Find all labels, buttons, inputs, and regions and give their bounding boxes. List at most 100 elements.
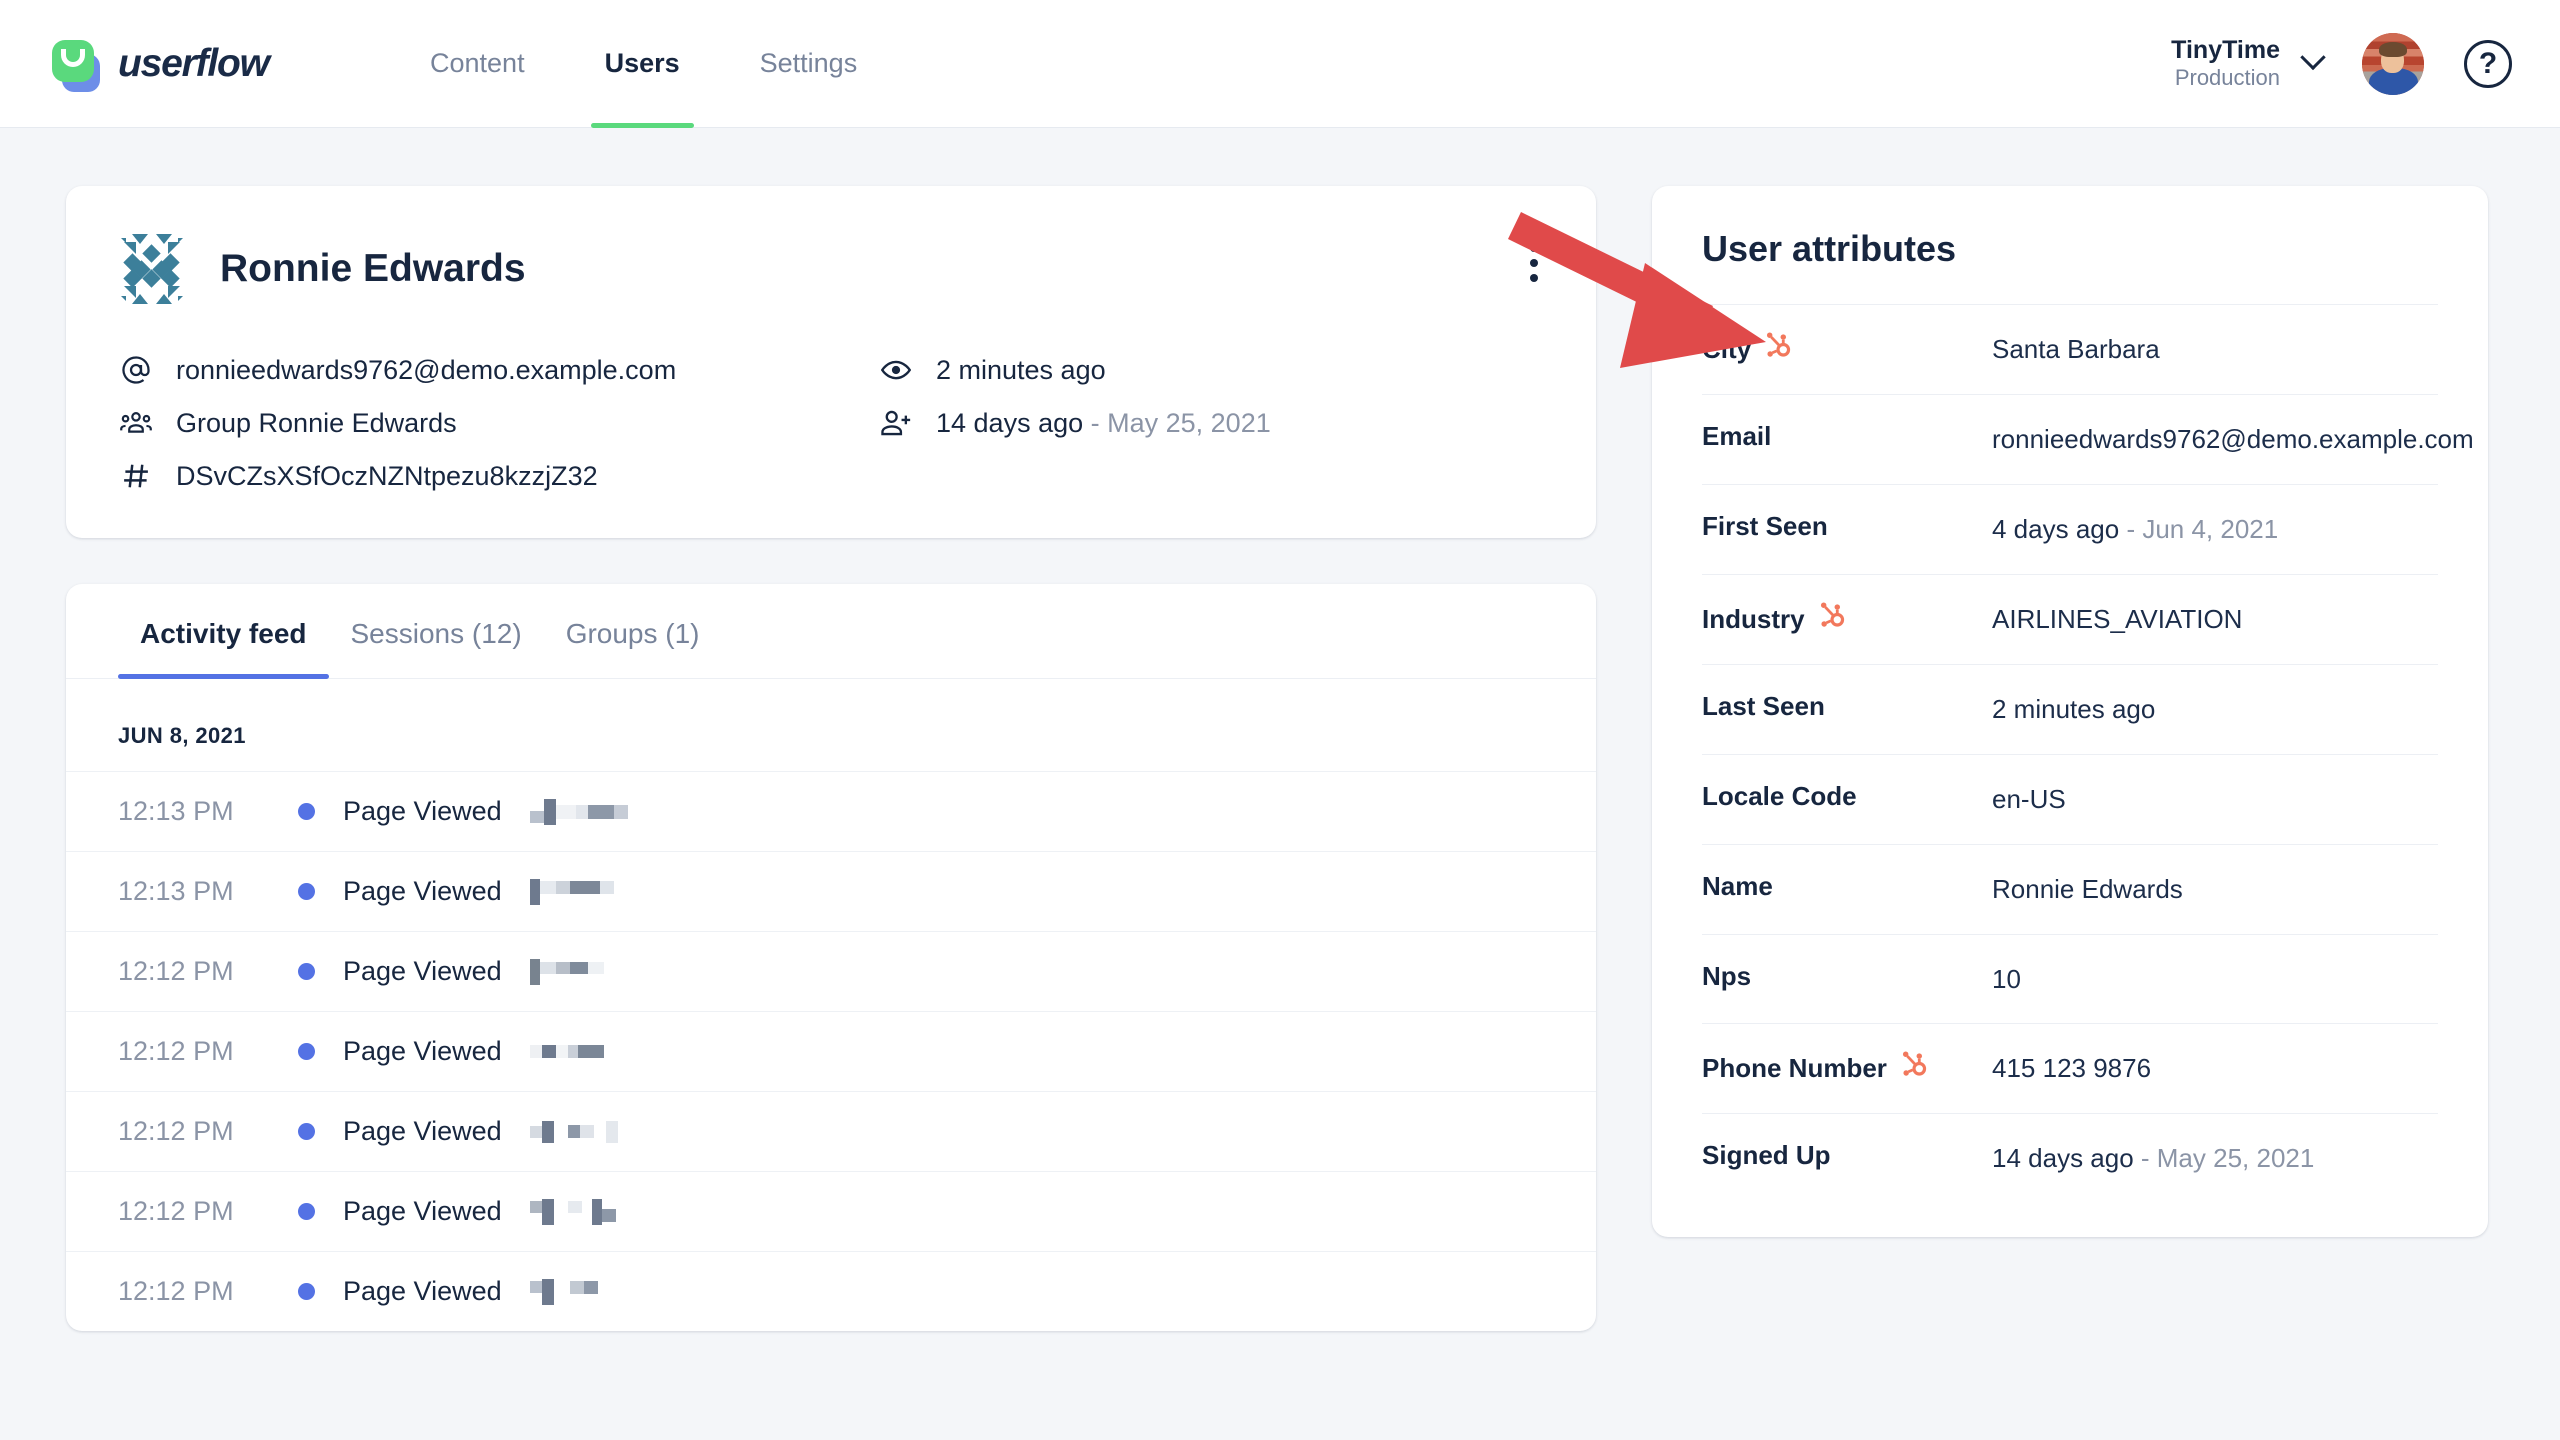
- at-sign-icon: [118, 354, 154, 386]
- redacted-url-block: [529, 1119, 618, 1145]
- feed-status-dot-icon: [298, 1283, 315, 1300]
- kebab-dot: [1530, 259, 1538, 267]
- table-row[interactable]: 12:12 PM Page Viewed: [66, 1171, 1596, 1251]
- hubspot-icon: [1765, 331, 1795, 368]
- attribute-value-date: - May 25, 2021: [2133, 1143, 2315, 1174]
- profile-row-id: DSvCZsXSfOczNZNtpezu8kzzjZ32: [118, 460, 878, 492]
- attribute-row-last-seen: Last Seen 2 minutes ago: [1702, 663, 2438, 754]
- feed-status-dot-icon: [298, 803, 315, 820]
- kebab-menu-icon[interactable]: [1524, 238, 1544, 288]
- feed-status-dot-icon: [298, 1123, 315, 1140]
- attribute-value: 2 minutes ago: [1992, 693, 2156, 724]
- attribute-row-name: Name Ronnie Edwards: [1702, 843, 2438, 934]
- attribute-row-city: City Santa Barbara: [1702, 304, 2438, 394]
- attribute-key: Phone Number: [1702, 1050, 1992, 1087]
- attribute-key: Signed Up: [1702, 1140, 1831, 1171]
- attribute-key: City: [1702, 331, 1992, 368]
- profile-grid-spacer: [878, 460, 1544, 492]
- redacted-url-block: [529, 1039, 604, 1065]
- chevron-down-icon[interactable]: [2300, 45, 2326, 71]
- profile-row-email: ronnieedwards9762@demo.example.com: [118, 354, 878, 386]
- table-row[interactable]: 12:13 PM Page Viewed: [66, 851, 1596, 931]
- table-row[interactable]: 12:13 PM Page Viewed: [66, 771, 1596, 851]
- table-row[interactable]: 12:12 PM Page Viewed: [66, 1091, 1596, 1171]
- feed-row-event: Page Viewed: [343, 1276, 502, 1306]
- redacted-url-block: [529, 878, 614, 905]
- attribute-key: Nps: [1702, 960, 1752, 991]
- feed-tabs: Activity feed Sessions (12) Groups (1): [66, 584, 1596, 679]
- feed-status-dot-icon: [298, 1043, 315, 1060]
- feed-row-time: 12:12 PM: [118, 1196, 234, 1226]
- feed-row-event: Page Viewed: [343, 1116, 502, 1146]
- profile-email-text: ronnieedwards9762@demo.example.com: [176, 354, 677, 385]
- attribute-key: Industry: [1702, 601, 1992, 638]
- feed-row-time: 12:13 PM: [118, 876, 234, 906]
- avatar-hair: [2379, 41, 2407, 57]
- brand-wordmark: userflow: [118, 41, 270, 85]
- feed-row-time: 12:12 PM: [118, 1036, 234, 1066]
- user-profile-card: Ronnie Edwards ronnieedwards9762@demo.ex…: [66, 186, 1596, 538]
- identicon-avatar: [118, 230, 186, 308]
- redacted-url-block: [529, 1278, 598, 1305]
- help-circle-icon[interactable]: ?: [2464, 39, 2512, 88]
- feed-status-dot-icon: [298, 883, 315, 900]
- attribute-value-date: - Jun 4, 2021: [2119, 513, 2279, 544]
- attribute-value: 415 123 9876: [1992, 1053, 2152, 1084]
- nav-item-settings[interactable]: Settings: [720, 0, 898, 128]
- attribute-row-first-seen: First Seen 4 days ago - Jun 4, 2021: [1702, 483, 2438, 574]
- attribute-key: Name: [1702, 870, 1773, 901]
- tab-activity-feed[interactable]: Activity feed: [118, 584, 329, 679]
- hash-icon: [118, 460, 154, 492]
- eye-icon: [878, 354, 914, 386]
- attribute-value: 4 days ago - Jun 4, 2021: [1992, 513, 2279, 544]
- feed-row-event: Page Viewed: [343, 876, 502, 906]
- profile-row-group: Group Ronnie Edwards: [118, 407, 878, 439]
- main-nav: Content Users Settings: [390, 0, 897, 128]
- attribute-key: Last Seen: [1702, 690, 1825, 721]
- profile-details-grid: ronnieedwards9762@demo.example.com 2 min…: [118, 354, 1544, 492]
- org-name: TinyTime: [2171, 35, 2280, 64]
- table-row[interactable]: 12:12 PM Page Viewed: [66, 1011, 1596, 1091]
- nav-item-content[interactable]: Content: [390, 0, 565, 128]
- profile-row-last-seen: 2 minutes ago: [878, 354, 1544, 386]
- kebab-dot: [1530, 274, 1538, 282]
- attribute-value: Santa Barbara: [1992, 334, 2160, 364]
- brand-logo[interactable]: userflow: [48, 36, 348, 92]
- tab-groups[interactable]: Groups (1): [544, 584, 722, 678]
- feed-row-time: 12:13 PM: [118, 796, 234, 826]
- avatar[interactable]: [2362, 32, 2424, 95]
- org-text: TinyTime Production: [2171, 35, 2280, 92]
- feed-row-event: Page Viewed: [343, 796, 502, 826]
- attribute-row-industry: Industry AIRLINES_AVIATION: [1702, 573, 2438, 664]
- feed-status-dot-icon: [298, 963, 315, 980]
- attribute-row-locale-code: Locale Code en-US: [1702, 753, 2438, 844]
- activity-feed-card: Activity feed Sessions (12) Groups (1) J…: [66, 584, 1596, 1331]
- attributes-title: User attributes: [1702, 228, 1957, 269]
- attribute-value: en-US: [1992, 783, 2066, 814]
- app-root: userflow Content Users Settings TinyTime…: [0, 0, 2560, 1440]
- feed-day-label: JUN 8, 2021: [118, 723, 246, 748]
- profile-last-seen-text: 2 minutes ago: [936, 354, 1106, 385]
- profile-id-text: DSvCZsXSfOczNZNtpezu8kzzjZ32: [176, 460, 598, 491]
- page-content: Ronnie Edwards ronnieedwards9762@demo.ex…: [0, 128, 2560, 1331]
- hubspot-icon: [1819, 601, 1849, 638]
- table-row[interactable]: 12:12 PM Page Viewed: [66, 931, 1596, 1011]
- profile-signed-up-date: - May 25, 2021: [1083, 407, 1271, 438]
- nav-item-users[interactable]: Users: [565, 0, 720, 128]
- users-group-icon: [118, 407, 154, 439]
- attribute-value: Ronnie Edwards: [1992, 873, 2183, 904]
- attribute-row-signed-up: Signed Up 14 days ago - May 25, 2021: [1702, 1113, 2438, 1203]
- org-switcher[interactable]: TinyTime Production: [2171, 35, 2326, 92]
- tab-sessions[interactable]: Sessions (12): [329, 584, 544, 678]
- user-plus-icon: [878, 407, 914, 439]
- feed-row-event: Page Viewed: [343, 1196, 502, 1226]
- table-row[interactable]: 12:12 PM Page Viewed: [66, 1251, 1596, 1331]
- attribute-row-email: Email ronnieedwards9762@demo.example.com: [1702, 394, 2474, 484]
- attribute-value: AIRLINES_AVIATION: [1992, 603, 2243, 634]
- feed-status-dot-icon: [298, 1203, 315, 1220]
- redacted-url-block: [529, 958, 604, 985]
- attribute-key: Email: [1702, 421, 1772, 451]
- profile-group-text: Group Ronnie Edwards: [176, 407, 457, 438]
- header-right-group: TinyTime Production ?: [2171, 32, 2512, 95]
- feed-row-event: Page Viewed: [343, 956, 502, 986]
